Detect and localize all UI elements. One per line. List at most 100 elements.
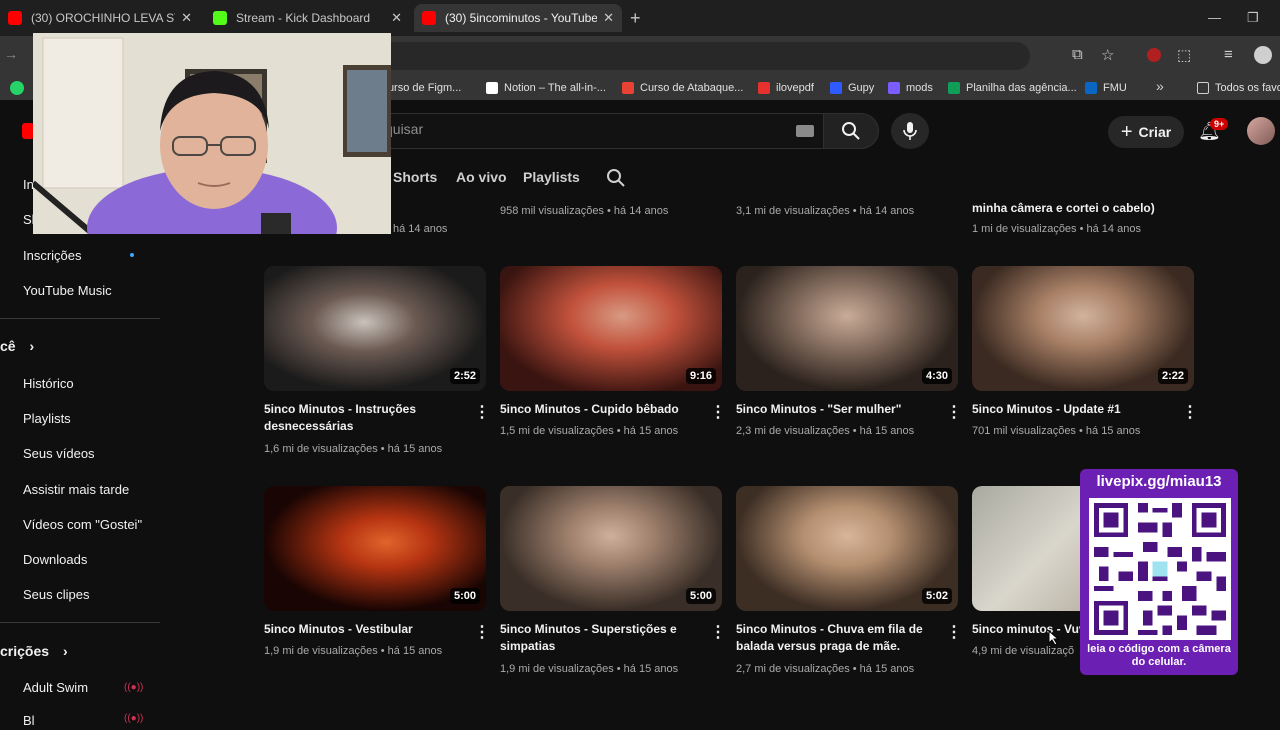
bookmark-gupy[interactable]: Gupy	[830, 80, 874, 96]
bookmark-atabaque[interactable]: Curso de Atabaque...	[622, 80, 743, 96]
chevron-right-icon: ›	[29, 338, 35, 354]
video-meta: 4,9 mi de visualizaçõ	[972, 645, 1075, 657]
section-label: crições	[0, 643, 50, 659]
divider	[0, 318, 160, 319]
video-title[interactable]: 5inco Minutos - Chuva em fila de balada …	[736, 621, 936, 655]
video-title[interactable]: 5inco Minutos - Instruções desnecessária…	[264, 401, 464, 435]
media-control-icon[interactable]: ≡	[1224, 46, 1233, 63]
account-avatar[interactable]	[1247, 117, 1275, 145]
gupy-icon	[830, 82, 842, 94]
extensions-puzzle-icon[interactable]: ⬚	[1177, 46, 1191, 64]
mouse-cursor-icon	[1048, 630, 1060, 646]
more-bookmarks-icon[interactable]: »	[1156, 78, 1164, 94]
more-options-icon[interactable]: ⋮	[474, 402, 490, 422]
video-title[interactable]: 5inco Minutos - "Ser mulher"	[736, 401, 936, 418]
tab-playlists[interactable]: Playlists	[523, 169, 580, 185]
install-app-icon[interactable]: ⧉	[1072, 46, 1083, 63]
address-bar[interactable]	[380, 42, 1030, 70]
sidebar-subscriptions-header[interactable]: crições ›	[0, 643, 68, 659]
tab-shorts[interactable]: Shorts	[393, 169, 437, 185]
close-tab-icon[interactable]: ✕	[181, 10, 192, 26]
bookmark-star-icon[interactable]: ☆	[1101, 46, 1114, 64]
voice-search-button[interactable]	[891, 113, 929, 149]
video-duration: 2:52	[450, 368, 481, 384]
video-title[interactable]: minha câmera e cortei o cabelo)	[972, 200, 1192, 217]
notion-icon	[486, 82, 498, 94]
minimize-window-icon[interactable]: —	[1208, 10, 1221, 25]
more-options-icon[interactable]: ⋮	[710, 622, 726, 642]
qr-code-image	[1089, 498, 1231, 640]
notifications-badge: 9+	[1210, 118, 1229, 130]
bookmark-mods[interactable]: mods	[888, 80, 933, 96]
tab-title: (30) OROCHINHO LEVA STRIKE	[31, 11, 175, 25]
bookmark-planilha[interactable]: Planilha das agência...	[948, 80, 1077, 96]
close-tab-icon[interactable]: ✕	[391, 10, 402, 26]
bookmark-all-favorites[interactable]: Todos os favo	[1197, 80, 1280, 96]
youtube-favicon-icon	[422, 11, 436, 25]
sidebar-item-history[interactable]: Histórico	[23, 373, 74, 393]
more-options-icon[interactable]: ⋮	[946, 622, 962, 642]
sidebar-item-your-clips[interactable]: Seus clipes	[23, 584, 89, 604]
browser-tab-youtube-active[interactable]: (30) 5incominutos - YouTube ✕	[414, 4, 622, 32]
profile-avatar-icon[interactable]	[1254, 46, 1272, 64]
bookmark-notion[interactable]: Notion – The all-in-...	[486, 80, 606, 96]
more-options-icon[interactable]: ⋮	[1182, 402, 1198, 422]
bookmark-fmu[interactable]: FMU	[1085, 80, 1127, 96]
tab-title: (30) 5incominutos - YouTube	[445, 11, 598, 25]
sidebar-item-your-videos[interactable]: Seus vídeos	[23, 443, 95, 463]
sidebar-channel-adult-swim[interactable]: Adult Swim	[23, 677, 88, 697]
browser-tab-orochinho[interactable]: (30) OROCHINHO LEVA STRIKE ✕	[0, 4, 200, 32]
video-duration: 2:22	[1158, 368, 1189, 384]
forward-arrow-icon[interactable]: →	[4, 46, 18, 62]
video-meta: 1,9 mi de visualizações • há 15 anos	[264, 645, 443, 657]
sidebar-you-header[interactable]: cê ›	[0, 338, 34, 354]
video-title[interactable]: 5inco Minutos - Update #1	[972, 401, 1172, 418]
bookmark-label: ilovepdf	[776, 82, 814, 94]
keyboard-icon[interactable]	[796, 125, 814, 137]
more-options-icon[interactable]: ⋮	[474, 622, 490, 642]
sidebar-item-downloads[interactable]: Downloads	[23, 549, 87, 569]
video-duration: 5:02	[922, 588, 953, 604]
video-meta: 1,9 mi de visualizações • há 15 anos	[500, 663, 679, 675]
bookmark-label: Curso de Figm...	[380, 82, 462, 94]
microphone-icon	[903, 122, 917, 140]
browser-tab-kick[interactable]: Stream - Kick Dashboard ✕	[205, 4, 410, 32]
create-button[interactable]: + Criar	[1108, 116, 1184, 148]
video-meta: 701 mil visualizações • há 15 anos	[972, 425, 1141, 437]
video-title[interactable]: 5inco Minutos - Vestibular	[264, 621, 464, 638]
video-title[interactable]: 5inco Minutos - Cupido bêbado	[500, 401, 700, 418]
folder-icon	[1197, 82, 1209, 94]
search-button[interactable]	[823, 113, 879, 149]
bookmark-label: Curso de Atabaque...	[640, 82, 744, 94]
channel-search-icon[interactable]	[606, 168, 626, 188]
video-title[interactable]: 5inco minutos - Vuv	[972, 621, 1082, 638]
close-tab-icon[interactable]: ✕	[603, 10, 614, 26]
search-box[interactable]	[370, 113, 823, 149]
sidebar-item-liked-videos[interactable]: Vídeos com "Gostei"	[23, 514, 142, 534]
video-title[interactable]: 5inco Minutos - Superstições e simpatias	[500, 621, 700, 655]
video-meta: 1,6 mi de visualizações • há 15 anos	[264, 443, 443, 455]
more-options-icon[interactable]: ⋮	[946, 402, 962, 422]
search-icon	[842, 122, 860, 140]
maximize-window-icon[interactable]: ❐	[1247, 10, 1259, 26]
video-thumbnail[interactable]	[972, 486, 1082, 611]
video-duration: 9:16	[686, 368, 717, 384]
sidebar-item-watch-later[interactable]: Assistir mais tarde	[23, 479, 129, 499]
sidebar-item-subscriptions[interactable]: Inscrições	[23, 245, 82, 265]
bookmark-label: Gupy	[848, 82, 875, 94]
sheets-icon	[948, 82, 960, 94]
video-duration: 5:00	[686, 588, 717, 604]
sidebar-channel-partial[interactable]: Bl	[23, 710, 35, 730]
sidebar-item-youtube-music[interactable]: YouTube Music	[23, 280, 112, 300]
sidebar-item-playlists[interactable]: Playlists	[23, 408, 71, 428]
more-options-icon[interactable]: ⋮	[710, 402, 726, 422]
course-icon	[622, 82, 634, 94]
new-tab-button[interactable]: +	[630, 8, 641, 29]
whatsapp-bookmark-icon[interactable]	[10, 81, 24, 95]
ilovepdf-icon	[758, 82, 770, 94]
tab-live[interactable]: Ao vivo	[456, 169, 507, 185]
tab-title: Stream - Kick Dashboard	[236, 11, 371, 25]
extension-icon[interactable]	[1147, 48, 1161, 62]
bookmark-figma[interactable]: Curso de Figm...	[380, 80, 461, 96]
bookmark-ilovepdf[interactable]: ilovepdf	[758, 80, 814, 96]
